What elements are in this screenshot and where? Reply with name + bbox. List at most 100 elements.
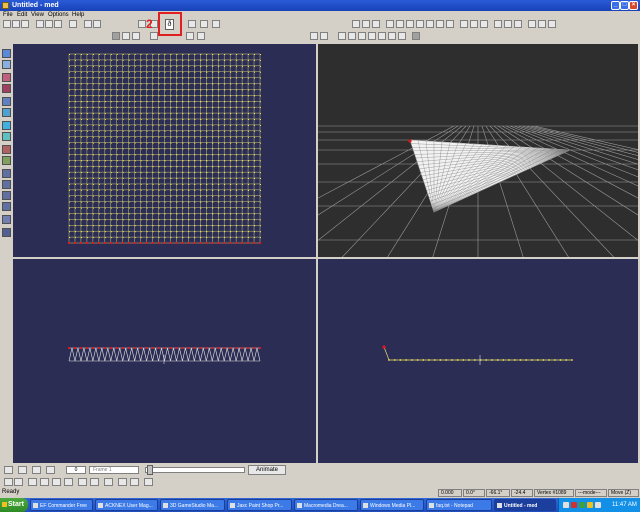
save-icon[interactable] [21, 20, 29, 28]
menu-help[interactable]: Help [72, 11, 84, 19]
bottom-tool-12-icon[interactable] [144, 478, 153, 486]
menu-view[interactable]: View [31, 11, 44, 19]
mode-1-icon[interactable] [310, 32, 318, 40]
side-tool-10-icon[interactable] [2, 156, 11, 165]
tray-security-icon[interactable] [571, 502, 577, 508]
view-mesh-icon[interactable] [197, 32, 205, 40]
bottom-tool-4-icon[interactable] [40, 478, 49, 486]
frame-slider-thumb[interactable] [147, 465, 153, 475]
side-view-canvas[interactable] [318, 259, 638, 463]
rotate-icon[interactable] [200, 20, 208, 28]
bottom-tool-8-icon[interactable] [90, 478, 99, 486]
tray-misc-icon[interactable] [595, 502, 601, 508]
paste-icon[interactable] [54, 20, 62, 28]
bottom-tool-7-icon[interactable] [78, 478, 87, 486]
bottom-tool-11-icon[interactable] [130, 478, 139, 486]
side-tool-8-icon[interactable] [2, 132, 11, 141]
tool-f7-icon[interactable] [446, 20, 454, 28]
cut-icon[interactable] [36, 20, 44, 28]
view-top-icon[interactable] [132, 32, 140, 40]
bottom-tool-9-icon[interactable] [104, 478, 113, 486]
tray-app-icon[interactable] [579, 502, 585, 508]
tool-icon[interactable]: ð [165, 19, 174, 30]
task-gamestudio[interactable]: 3D GameStudio Ma... [160, 499, 225, 511]
tool-f9-icon[interactable] [470, 20, 478, 28]
menu-options[interactable]: Options [48, 11, 69, 19]
scale-icon[interactable] [188, 20, 196, 28]
side-tool-12-icon[interactable] [2, 180, 11, 189]
minimize-button[interactable]: _ [611, 1, 620, 10]
mode-6-icon[interactable] [368, 32, 376, 40]
task-macromedia[interactable]: Macromedia Drea... [294, 499, 358, 511]
align-center-icon[interactable] [362, 20, 370, 28]
bottom-tool-2-icon[interactable] [14, 478, 23, 486]
tool-f1-icon[interactable] [386, 20, 394, 28]
task-ef-commander[interactable]: EF Commander Free [30, 499, 93, 511]
open-icon[interactable] [12, 20, 20, 28]
tool-f10-icon[interactable] [480, 20, 488, 28]
redo-icon[interactable] [93, 20, 101, 28]
tool-f14-icon[interactable] [528, 20, 536, 28]
tray-network-icon[interactable] [563, 502, 569, 508]
bottom-tool-3-icon[interactable] [28, 478, 37, 486]
frame-slider[interactable] [145, 467, 245, 473]
viewport-top[interactable] [13, 259, 316, 463]
mode-7-icon[interactable] [378, 32, 386, 40]
side-tool-11-icon[interactable] [2, 169, 11, 178]
tool-f2-icon[interactable] [396, 20, 404, 28]
tool-f6-icon[interactable] [436, 20, 444, 28]
align-right-icon[interactable] [372, 20, 380, 28]
select-icon[interactable] [138, 20, 146, 28]
play-icon[interactable] [32, 466, 41, 474]
bottom-tool-6-icon[interactable] [64, 478, 73, 486]
side-tool-5-icon[interactable] [2, 97, 11, 106]
top-view-canvas[interactable] [13, 259, 316, 463]
magnet-icon[interactable] [412, 32, 420, 40]
undo-icon[interactable] [84, 20, 92, 28]
view-lock-icon[interactable] [186, 32, 194, 40]
side-tool-15-icon[interactable] [2, 215, 11, 224]
delete-icon[interactable] [69, 20, 77, 28]
tool-f4-icon[interactable] [416, 20, 424, 28]
bottom-tool-5-icon[interactable] [52, 478, 61, 486]
start-button[interactable]: Start [0, 498, 28, 512]
mode-5-icon[interactable] [358, 32, 366, 40]
side-tool-13-icon[interactable] [2, 191, 11, 200]
mode-8-icon[interactable] [388, 32, 396, 40]
tool-f3-icon[interactable] [406, 20, 414, 28]
view-grid-icon[interactable] [150, 32, 158, 40]
task-acknex[interactable]: ACKNEX User Mag... [95, 499, 158, 511]
animate-button[interactable]: Animate [248, 465, 286, 475]
bottom-tool-1-icon[interactable] [4, 478, 13, 486]
tool-f5-icon[interactable] [426, 20, 434, 28]
align-left-icon[interactable] [352, 20, 360, 28]
mode-2-icon[interactable] [320, 32, 328, 40]
viewport-side[interactable] [318, 259, 638, 463]
side-tool-1-icon[interactable] [2, 49, 11, 58]
maximize-button[interactable]: □ [620, 1, 629, 10]
bottom-tool-10-icon[interactable] [118, 478, 127, 486]
viewport-perspective[interactable] [318, 44, 638, 257]
mode-9-icon[interactable] [398, 32, 406, 40]
side-tool-9-icon[interactable] [2, 145, 11, 154]
task-notepad[interactable]: faq.txt - Notepad [426, 499, 492, 511]
copy-icon[interactable] [45, 20, 53, 28]
close-button[interactable]: × [629, 1, 638, 10]
viewport-front[interactable] [13, 44, 316, 257]
tray-volume-icon[interactable] [587, 502, 593, 508]
view-front-icon[interactable] [112, 32, 120, 40]
front-view-canvas[interactable] [13, 44, 316, 257]
tool-f15-icon[interactable] [538, 20, 546, 28]
new-icon[interactable] [3, 20, 11, 28]
mode-3-icon[interactable] [338, 32, 346, 40]
menu-edit[interactable]: Edit [17, 11, 27, 19]
tool-f16-icon[interactable] [548, 20, 556, 28]
side-tool-7-icon[interactable] [2, 121, 11, 130]
tool-f13-icon[interactable] [514, 20, 522, 28]
tool-f8-icon[interactable] [460, 20, 468, 28]
task-paint-shop[interactable]: Jasc Paint Shop Pr... [227, 499, 292, 511]
side-tool-6-icon[interactable] [2, 108, 11, 117]
tool-f11-icon[interactable] [494, 20, 502, 28]
side-tool-2-icon[interactable] [2, 60, 11, 69]
frame-number-field[interactable]: 0 [66, 466, 86, 474]
